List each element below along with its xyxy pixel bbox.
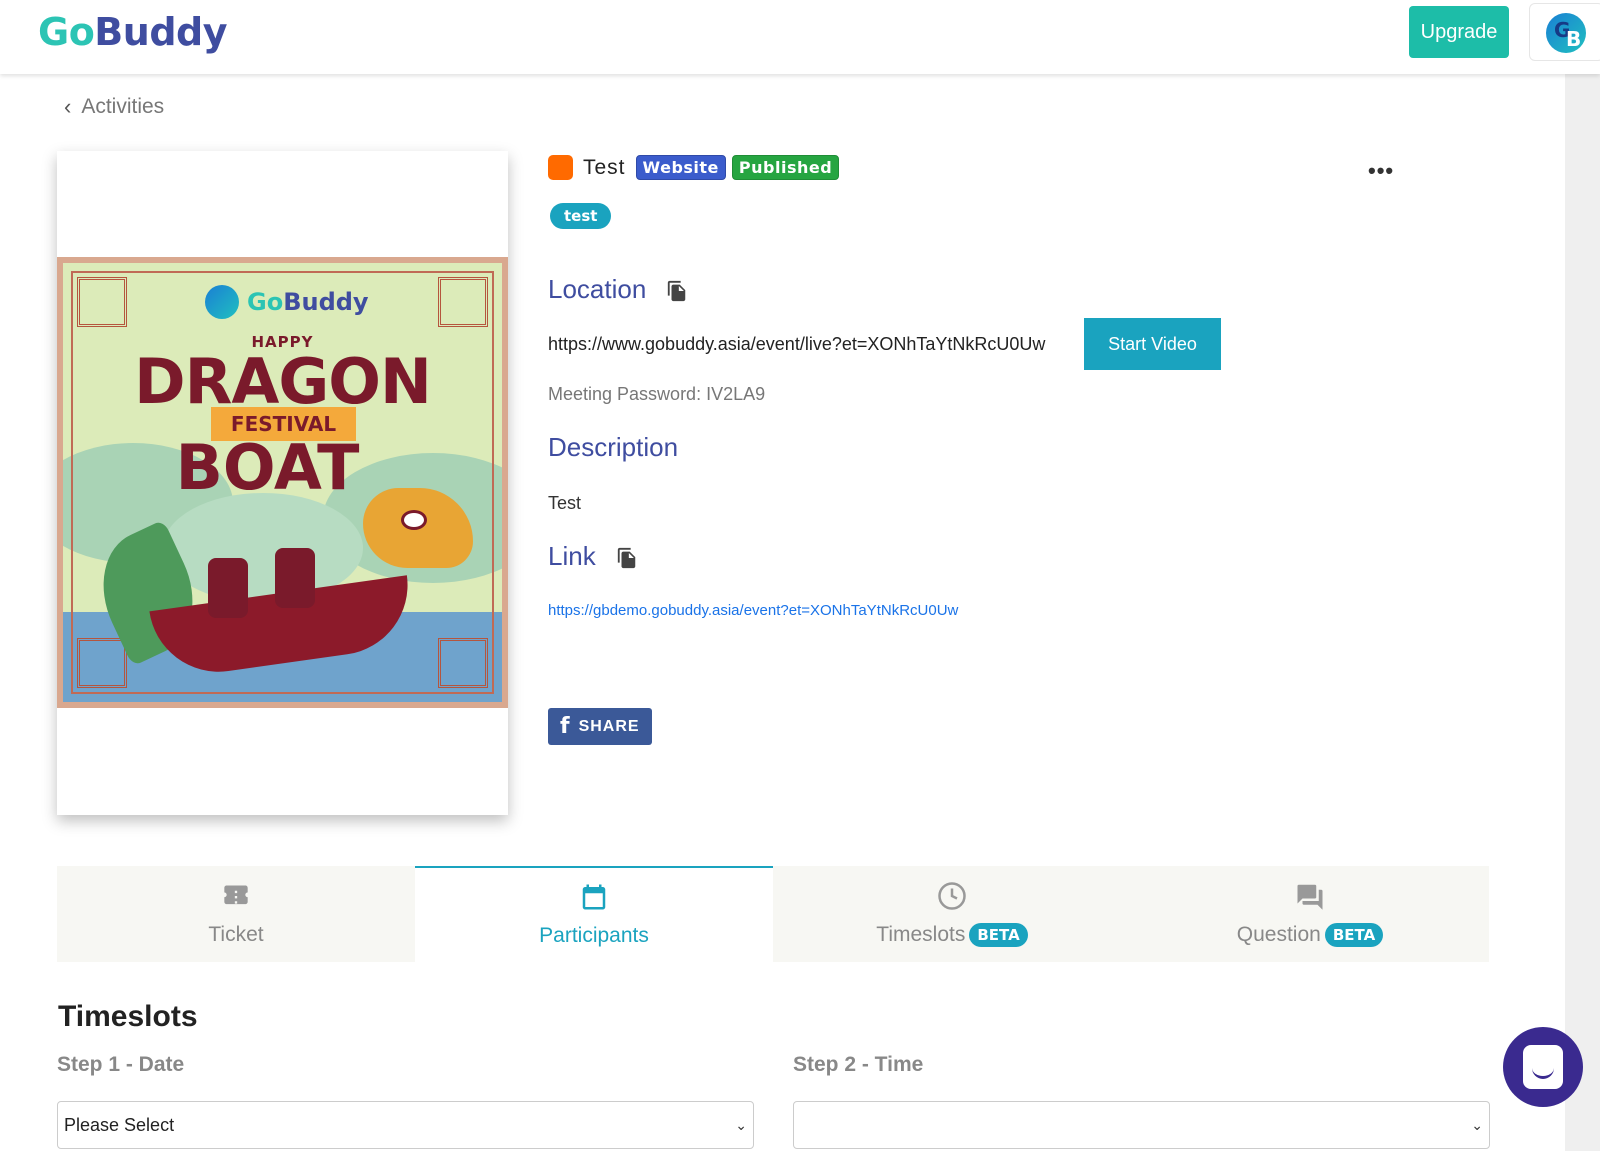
poster-logo: GoBuddy [205, 285, 369, 319]
back-label: Activities [81, 95, 165, 118]
top-header: GoBuddy Upgrade G B [0, 0, 1600, 74]
tab-participants-label: Participants [539, 924, 649, 947]
description-heading: Description [548, 432, 679, 462]
event-tag: test [550, 203, 612, 229]
timeslots-title: Timeslots [58, 1000, 198, 1033]
step2-label: Step 2 - Time [793, 1053, 924, 1076]
step1-label: Step 1 - Date [57, 1053, 185, 1076]
ticket-icon [221, 881, 251, 911]
event-title: Test [583, 155, 626, 179]
description-heading-row: Description [548, 432, 678, 463]
event-poster-card: GoBuddy HAPPY DRAGON FESTIVAL BOAT [57, 151, 508, 815]
time-select[interactable]: ⌄ [793, 1101, 1490, 1149]
user-avatar-button[interactable]: G B [1529, 3, 1600, 61]
chevron-down-icon: ⌄ [1471, 1116, 1483, 1133]
chat-bubble-icon [1523, 1045, 1563, 1089]
chevron-down-icon: ⌄ [735, 1116, 747, 1133]
tab-question-label: Question [1236, 923, 1321, 946]
date-select-value: Please Select [64, 1114, 175, 1135]
link-heading-row: Link [548, 541, 636, 572]
right-scroll-gutter [1565, 74, 1600, 1151]
calendar-icon [579, 882, 609, 912]
share-label: SHARE [578, 717, 640, 735]
facebook-icon: f [560, 714, 571, 739]
link-heading: Link [548, 541, 596, 571]
location-heading: Location [548, 274, 647, 304]
beta-badge: BETA [1324, 923, 1384, 947]
more-options-icon[interactable]: ••• [1368, 158, 1394, 184]
tab-question[interactable]: Question BETA [1131, 866, 1489, 962]
date-select[interactable]: Please Select ⌄ [57, 1101, 754, 1149]
facebook-share-button[interactable]: f SHARE [548, 708, 652, 745]
tab-participants[interactable]: Participants [415, 866, 773, 962]
start-video-button[interactable]: Start Video [1084, 318, 1221, 370]
chevron-left-icon: ‹ [64, 94, 72, 119]
back-to-activities-link[interactable]: ‹ Activities [64, 94, 164, 120]
event-color-swatch [548, 155, 573, 180]
event-public-link[interactable]: https://gbdemo.gobuddy.asia/event?et=XON… [548, 602, 958, 619]
location-heading-row: Location [548, 274, 686, 305]
event-poster-image: GoBuddy HAPPY DRAGON FESTIVAL BOAT [57, 257, 508, 708]
description-text: Test [548, 493, 582, 513]
website-badge: Website [635, 155, 726, 180]
event-tabs: Ticket Participants Timeslots BETA Quest… [57, 866, 1489, 962]
gobuddy-logo[interactable]: GoBuddy [38, 10, 227, 54]
meeting-password: Meeting Password: IV2LA9 [548, 384, 766, 404]
clock-icon [937, 881, 967, 911]
chat-launcher-button[interactable] [1503, 1027, 1583, 1107]
chat-icon [1295, 881, 1325, 911]
copy-link-icon[interactable] [616, 546, 636, 568]
location-url: https://www.gobuddy.asia/event/live?et=X… [548, 334, 1046, 354]
event-title-row: Test Website Published [548, 155, 840, 180]
published-badge: Published [731, 155, 840, 180]
copy-location-icon[interactable] [666, 279, 686, 301]
avatar: G B [1546, 13, 1586, 53]
upgrade-button[interactable]: Upgrade [1409, 6, 1509, 58]
tab-ticket-label: Ticket [208, 923, 264, 946]
tab-timeslots[interactable]: Timeslots BETA [773, 866, 1131, 962]
tab-timeslots-label: Timeslots [876, 923, 966, 946]
tab-ticket[interactable]: Ticket [57, 866, 415, 962]
beta-badge: BETA [969, 923, 1028, 947]
